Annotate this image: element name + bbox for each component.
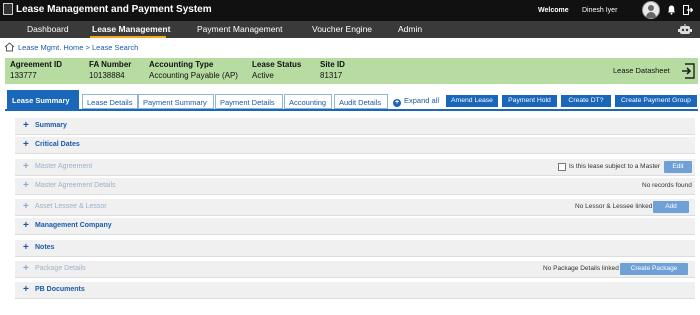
tab-lease-details[interactable]: Lease Details [82, 94, 138, 109]
info-value: 10138884 [89, 71, 125, 80]
breadcrumb-text[interactable]: Lease Mgmt. Home > Lease Search [18, 43, 138, 52]
avatar-body [646, 12, 656, 18]
section-title: PB Documents [35, 286, 85, 293]
lease-summary-panel: + Summary + Critical Dates + Master Agre… [9, 114, 695, 308]
expand-all-link[interactable]: + Expand all [393, 96, 439, 107]
section-title: Management Company [35, 222, 112, 229]
section-critical-dates[interactable]: + Critical Dates [15, 137, 695, 154]
lease-info-bar: Agreement ID 133777 FA Number 10138884 A… [5, 58, 698, 84]
section-title: Critical Dates [35, 141, 80, 148]
info-label: Lease Status [252, 60, 302, 69]
expand-plus-icon[interactable]: + [23, 161, 29, 172]
section-title: Summary [35, 122, 67, 129]
nav-admin[interactable]: Admin [398, 24, 422, 34]
title-bar: Lease Management and Payment System Welc… [0, 0, 700, 21]
home-icon[interactable] [4, 42, 15, 52]
create-dt-button[interactable]: Create DT? [561, 95, 611, 107]
info-label: Site ID [320, 60, 345, 69]
master-lease-checkbox[interactable] [558, 163, 566, 171]
info-label: Accounting Type [149, 60, 214, 69]
expand-plus-icon[interactable]: + [23, 242, 29, 253]
logout-icon[interactable] [683, 5, 693, 15]
lease-datasheet-label[interactable]: Lease Datasheet [613, 66, 670, 75]
section-package-details[interactable]: + Package Details No Package Details lin… [15, 261, 695, 278]
expand-plus-icon[interactable]: + [23, 120, 29, 131]
app-logo-icon [3, 3, 13, 15]
info-site-id: Site ID 81317 [320, 60, 345, 80]
info-label: Agreement ID [10, 60, 63, 69]
create-payment-group-button[interactable]: Create Payment Group [615, 95, 697, 107]
tab-payment-details[interactable]: Payment Details [215, 94, 283, 109]
avatar[interactable] [642, 1, 660, 19]
tab-lease-summary[interactable]: Lease Summary [7, 90, 79, 109]
section-notes[interactable]: + Notes [15, 240, 695, 257]
datasheet-download-icon[interactable] [681, 63, 695, 79]
tab-audit-details[interactable]: Audit Details [334, 94, 388, 109]
expand-plus-icon[interactable]: + [23, 180, 29, 191]
payment-hold-button[interactable]: Payment Hold [502, 95, 557, 107]
section-pb-documents[interactable]: + PB Documents [15, 282, 695, 299]
expand-plus-icon[interactable]: + [23, 201, 29, 212]
edit-button[interactable]: Edit [664, 161, 692, 173]
create-package-button[interactable]: Create Package [620, 263, 688, 275]
info-agreement-id: Agreement ID 133777 [10, 60, 62, 80]
section-title: Asset Lessee & Lessor [35, 203, 107, 210]
expand-plus-icon[interactable]: + [23, 139, 29, 150]
expand-plus-icon[interactable]: + [23, 220, 29, 231]
avatar-head [648, 5, 654, 11]
amend-lease-button[interactable]: Amend Lease [446, 95, 498, 107]
no-package-note: No Package Details linked [543, 265, 619, 272]
no-records-note: No records found [642, 182, 692, 189]
plus-circle-icon: + [393, 99, 401, 107]
nav-dashboard[interactable]: Dashboard [27, 24, 69, 34]
nav-voucher-engine[interactable]: Voucher Engine [312, 24, 372, 34]
section-title: Notes [35, 244, 55, 251]
user-name: Dinesh Iyer [582, 7, 618, 14]
section-title: Package Details [35, 265, 86, 272]
tab-underline [5, 109, 698, 111]
welcome-label: Welcome [538, 7, 569, 14]
section-title: Master Agreement [35, 163, 93, 170]
add-button[interactable]: Add [653, 201, 689, 213]
nav-active-indicator [90, 36, 166, 38]
app-title: Lease Management and Payment System [16, 4, 212, 15]
robot-icon[interactable] [678, 24, 692, 35]
nav-lease-management[interactable]: Lease Management [92, 24, 170, 34]
info-accounting-type: Accounting Type Accounting Payable (AP) [149, 60, 238, 80]
main-nav: Dashboard Lease Management Payment Manag… [0, 21, 700, 38]
tab-payment-summary[interactable]: Payment Summary [138, 94, 214, 109]
section-master-agreement[interactable]: + Master Agreement Is this lease subject… [15, 159, 695, 176]
tab-accounting[interactable]: Accounting [284, 94, 332, 109]
expand-plus-icon[interactable]: + [23, 284, 29, 295]
master-lease-question: Is this lease subject to a Master [569, 163, 661, 170]
info-fa-number: FA Number 10138884 [89, 60, 131, 80]
expand-plus-icon[interactable]: + [23, 263, 29, 274]
info-value: Active [252, 71, 274, 80]
info-value: 81317 [320, 71, 343, 80]
section-summary[interactable]: + Summary [15, 118, 695, 135]
section-title: Master Agreement Details [35, 182, 116, 189]
info-label: FA Number [89, 60, 132, 69]
section-master-agreement-details[interactable]: + Master Agreement Details No records fo… [15, 178, 695, 195]
info-value: 133777 [10, 71, 37, 80]
info-value: Accounting Payable (AP) [149, 71, 238, 80]
nav-payment-management[interactable]: Payment Management [197, 24, 283, 34]
section-asset-lessee-lessor[interactable]: + Asset Lessee & Lessor No Lessor & Less… [15, 199, 695, 216]
info-lease-status: Lease Status Active [252, 60, 301, 80]
section-management-company[interactable]: + Management Company [15, 218, 695, 235]
bell-icon[interactable] [667, 5, 676, 15]
expand-all-label: Expand all [404, 96, 440, 105]
no-lessor-note: No Lessor & Lessee linked [575, 203, 653, 210]
